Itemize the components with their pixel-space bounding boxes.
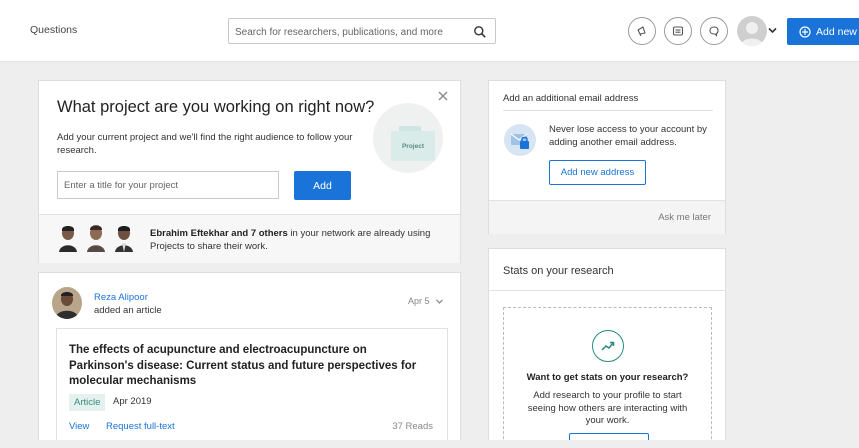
project-card-description: Add your current project and we'll find … [57,132,353,156]
default-avatar-icon [740,22,764,46]
email-prompt-card: Add an additional email address Never lo… [488,80,726,234]
stats-card-heading: Stats on your research [503,265,614,277]
inbox-button[interactable] [664,17,692,45]
article-date: Apr 2019 [113,396,152,407]
search-icon[interactable] [473,25,487,39]
search-box[interactable] [228,18,496,44]
plus-circle-icon [799,25,811,38]
email-card-text: Never lose access to your account by add… [549,124,707,148]
chat-icon [709,26,719,37]
announcement-icon [637,26,646,37]
network-names[interactable]: Ebrahim Eftekhar and 7 others [150,228,288,239]
messages-button[interactable] [700,17,728,45]
stats-card: Stats on your research Want to get stats… [488,248,726,448]
close-icon[interactable] [438,91,448,101]
nav-questions-link[interactable]: Questions [30,24,77,36]
inbox-icon [672,26,684,36]
email-card-footer: Ask me later [489,200,725,234]
network-text: Ebrahim Eftekhar and 7 others in your ne… [150,228,450,253]
announcements-button[interactable] [628,17,656,45]
view-link[interactable]: View [69,421,89,432]
project-title-input[interactable] [57,171,279,199]
user-avatar[interactable] [737,16,767,46]
feed-date: Apr 5 [408,296,430,306]
chevron-down-icon[interactable] [436,299,443,304]
project-folder-icon: Project [391,131,435,161]
divider [503,110,713,111]
add-new-address-button[interactable]: Add new address [549,160,646,185]
feed-item-card: Reza Alipoor added an article Apr 5 The … [38,272,461,448]
author-photo [52,287,82,319]
ask-me-later-link[interactable]: Ask me later [658,212,711,223]
network-footer: Ebrahim Eftekhar and 7 others in your ne… [39,214,460,263]
author-avatar[interactable] [52,287,82,319]
email-lock-icon [504,124,536,156]
network-avatar[interactable] [115,224,133,252]
search-input[interactable] [235,25,465,39]
add-new-button[interactable]: Add new [787,18,859,45]
chevron-down-icon[interactable] [768,27,777,34]
project-prompt-card: What project are you working on right no… [38,80,461,263]
article-preview[interactable]: The effects of acupuncture and electroac… [56,328,448,448]
reads-count: 37 Reads [392,421,433,432]
article-type-badge: Article [69,394,106,411]
author-action: added an article [94,305,162,316]
folder-label: Project [401,142,425,150]
request-fulltext-link[interactable]: Request full-text [106,421,175,432]
trend-arrow-icon [601,341,615,351]
author-name-link[interactable]: Reza Alipoor [94,292,148,303]
project-card-title: What project are you working on right no… [57,98,375,116]
divider [489,290,725,291]
trending-up-icon [592,330,624,362]
article-title[interactable]: The effects of acupuncture and electroac… [69,343,419,390]
stats-empty-state: Want to get stats on your research? Add … [503,307,712,448]
stats-question: Want to get stats on your research? [526,372,689,383]
page-bottom-edge [0,440,859,448]
top-navigation-bar: Questions Search for researchers, public… [0,0,859,62]
network-avatar[interactable] [59,224,77,252]
add-project-button[interactable]: Add [294,171,351,200]
email-card-heading: Add an additional email address [503,93,639,104]
network-avatar[interactable] [87,224,105,252]
stats-description: Add research to your profile to start se… [527,390,688,426]
envelope-icon [510,133,529,149]
add-new-label: Add new [816,25,857,38]
